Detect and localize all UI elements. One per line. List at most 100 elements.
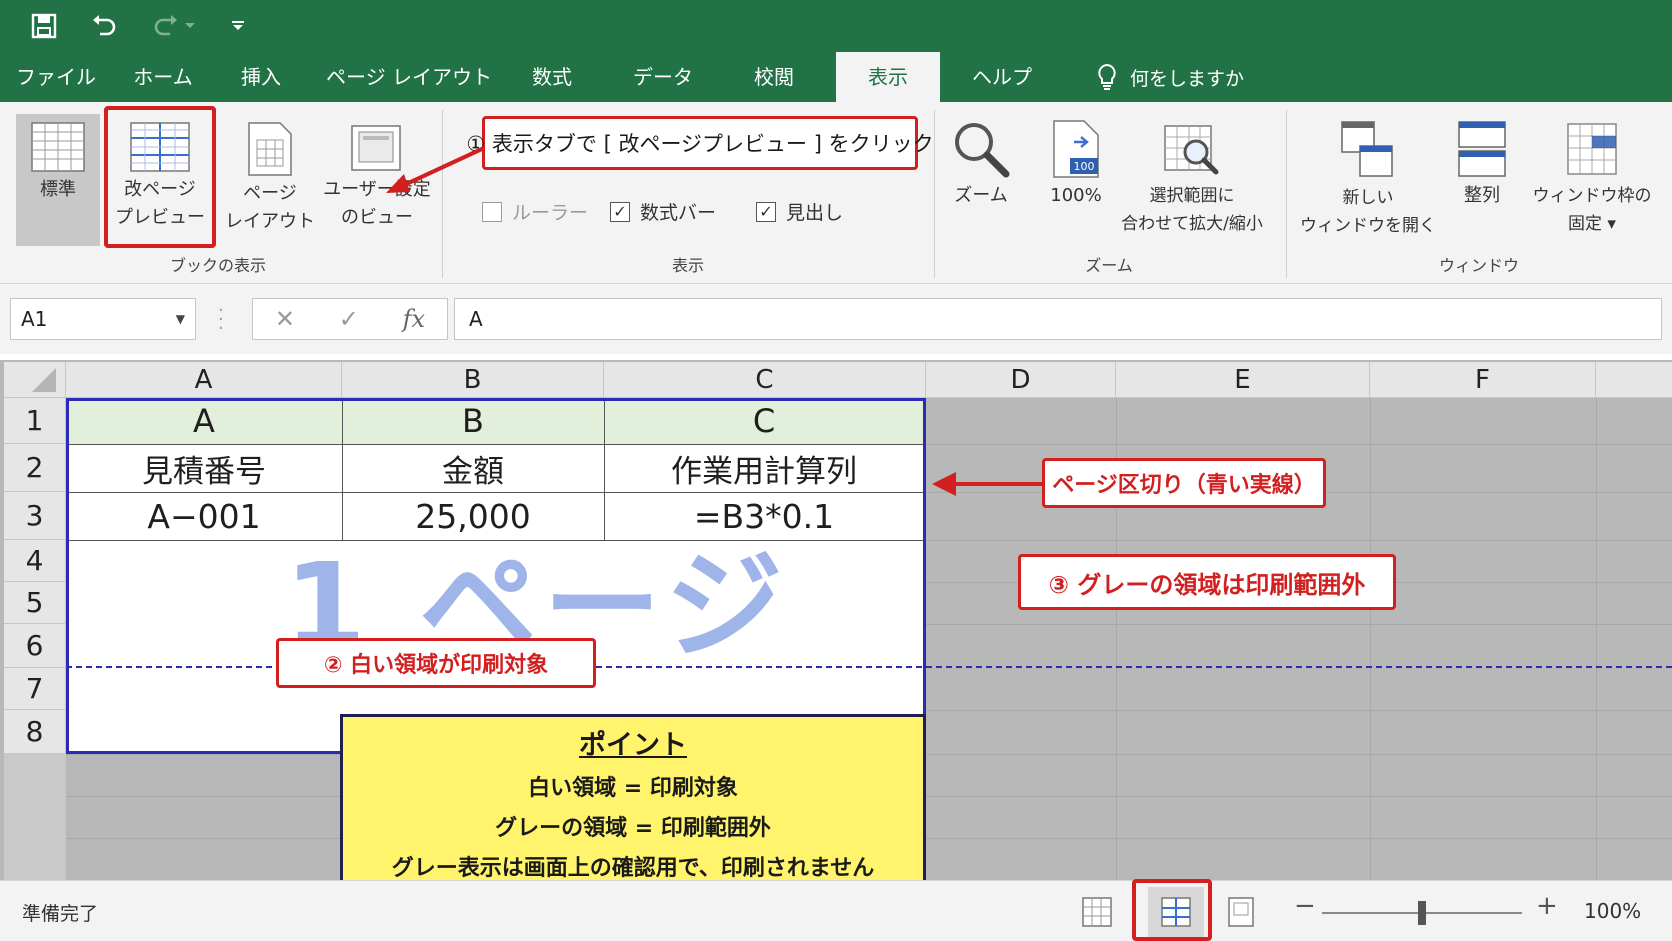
window-group-label: ウィンドウ: [1438, 256, 1519, 275]
select-all-corner[interactable]: [4, 362, 66, 398]
formula-input[interactable]: A: [454, 298, 1662, 340]
zoom-level[interactable]: 100%: [1584, 899, 1641, 923]
formula-bar-grip-icon[interactable]: · · ·: [218, 302, 224, 338]
workbook-views-group-label: ブックの表示: [169, 256, 266, 275]
formula-bar-checkbox-box: ✓: [610, 201, 630, 222]
step3-callout: ③ グレーの領域は印刷範囲外: [1018, 554, 1396, 610]
gridline: [1596, 398, 1597, 880]
zoom-100-icon: 100: [1053, 120, 1099, 178]
page-layout-status-icon: [1228, 897, 1254, 927]
zoom-100-button[interactable]: 100 100%: [1034, 114, 1118, 246]
page-break-arrow-icon: [932, 472, 1042, 496]
page-layout-view-button[interactable]: ページ レイアウト: [222, 114, 318, 246]
title-bar: [0, 0, 1672, 52]
column-header-a[interactable]: A: [66, 362, 342, 398]
zoom-to-selection-icon: [1164, 125, 1219, 175]
zoom-in-button[interactable]: +: [1536, 891, 1558, 921]
formula-bar-label: 数式バー: [640, 202, 717, 224]
zoom-out-button[interactable]: −: [1294, 891, 1316, 921]
page-break-callout: ページ区切り（青い実線）: [1042, 458, 1326, 508]
arrange-all-button[interactable]: 整列: [1444, 114, 1520, 246]
enter-icon[interactable]: ✓: [339, 305, 359, 333]
column-header-next[interactable]: [1596, 362, 1672, 398]
tab-home[interactable]: ホーム: [126, 52, 200, 102]
ruler-checkbox[interactable]: ルーラー: [482, 198, 588, 225]
page-break-status-highlight: [1132, 879, 1212, 941]
zoom-to-selection-button[interactable]: 選択範囲に 合わせて拡大/縮小: [1110, 114, 1274, 246]
insert-function-icon[interactable]: fx: [403, 305, 425, 333]
headings-label: 見出し: [786, 202, 844, 224]
row-header-blank: [4, 754, 66, 880]
tab-page-layout[interactable]: ページ レイアウト: [326, 52, 492, 102]
page-break-callout-text: ページ区切り（青い実線）: [1052, 473, 1316, 498]
row-header-8[interactable]: 8: [4, 710, 66, 754]
row-header-1[interactable]: 1: [4, 398, 66, 444]
normal-view-label: 標準: [40, 179, 76, 200]
point-note: ポイント 白い領域 = 印刷対象 グレーの領域 = 印刷範囲外 グレー表示は画面…: [340, 714, 926, 888]
column-header-e[interactable]: E: [1116, 362, 1370, 398]
new-window-icon: [1341, 121, 1393, 177]
tell-me-box[interactable]: 何をしますか: [1096, 52, 1244, 102]
zoom-100-icon-text: 100: [1074, 160, 1095, 173]
zoom-slider-thumb[interactable]: [1418, 901, 1426, 925]
name-box-dropdown-icon[interactable]: ▼: [176, 299, 185, 339]
tab-review[interactable]: 校閲: [746, 52, 802, 102]
ruler-label: ルーラー: [512, 202, 589, 224]
point-note-line: 白い領域 = 印刷対象: [528, 776, 738, 801]
page-break-preview-highlight: [104, 106, 216, 248]
row-header-7[interactable]: 7: [4, 668, 66, 710]
row-header-4[interactable]: 4: [4, 540, 66, 582]
redo-dropdown-icon[interactable]: [176, 8, 204, 44]
new-window-label: 新しい ウィンドウを開く: [1300, 188, 1436, 236]
tell-me-label: 何をしますか: [1130, 67, 1245, 90]
row-header-2[interactable]: 2: [4, 444, 66, 492]
normal-view-status-button[interactable]: [1074, 889, 1120, 935]
column-header-b[interactable]: B: [342, 362, 604, 398]
undo-icon[interactable]: [84, 8, 124, 44]
step3-callout-text: ③ グレーの領域は印刷範囲外: [1048, 570, 1366, 599]
column-header-f[interactable]: F: [1370, 362, 1596, 398]
tab-view[interactable]: 表示: [836, 52, 940, 102]
status-ready: 準備完了: [22, 903, 99, 925]
arrange-all-icon: [1458, 121, 1506, 177]
step1-callout: ① 表示タブで [ 改ページプレビュー ] をクリック: [466, 116, 934, 170]
customize-qat-icon[interactable]: [218, 8, 258, 44]
step2-callout: ② 白い領域が印刷対象: [276, 638, 596, 688]
page-layout-status-button[interactable]: [1218, 889, 1264, 935]
step1-callout-text: ① 表示タブで [ 改ページプレビュー ] をクリック: [466, 132, 934, 156]
freeze-panes-label: ウィンドウ枠の 固定 ▾: [1532, 186, 1652, 234]
page-break-border[interactable]: [66, 398, 926, 754]
status-bar: 準備完了 − + 100%: [0, 879, 1672, 941]
lightbulb-icon: [1098, 63, 1116, 90]
normal-view-icon: [31, 122, 85, 172]
freeze-panes-button[interactable]: ウィンドウ枠の 固定 ▾: [1530, 114, 1654, 246]
tab-insert[interactable]: 挿入: [234, 52, 288, 102]
headings-checkbox-box: ✓: [756, 201, 776, 222]
column-header-c[interactable]: C: [604, 362, 926, 398]
formula-buttons: ✕ ✓ fx: [252, 298, 448, 340]
new-window-button[interactable]: 新しい ウィンドウを開く: [1296, 114, 1440, 246]
tab-help[interactable]: ヘルプ: [966, 52, 1038, 102]
menu-tabs: ファイル ホーム 挿入 ページ レイアウト 数式 データ 校閲 表示 ヘルプ 何…: [0, 52, 1672, 102]
formula-bar-checkbox[interactable]: ✓ 数式バー: [610, 198, 716, 225]
save-icon[interactable]: [24, 8, 64, 44]
row-header-5[interactable]: 5: [4, 582, 66, 624]
headings-checkbox[interactable]: ✓ 見出し: [756, 198, 843, 225]
zoom-button[interactable]: ズーム: [944, 114, 1018, 246]
name-box[interactable]: A1 ▼: [10, 298, 196, 340]
page-layout-icon: [248, 122, 292, 176]
tab-data[interactable]: データ: [628, 52, 698, 102]
zoom-100-label: 100%: [1050, 185, 1102, 206]
zoom-to-selection-label: 選択範囲に 合わせて拡大/縮小: [1121, 186, 1263, 234]
row-header-3[interactable]: 3: [4, 492, 66, 540]
normal-view-button[interactable]: 標準: [16, 114, 100, 246]
show-group-label: 表示: [671, 256, 704, 275]
cancel-icon[interactable]: ✕: [275, 305, 295, 333]
tab-file[interactable]: ファイル: [14, 52, 98, 102]
column-header-d[interactable]: D: [926, 362, 1116, 398]
tab-formulas[interactable]: 数式: [524, 52, 580, 102]
zoom-group-label: ズーム: [1085, 256, 1133, 275]
zoom-magnifier-icon: [955, 123, 1010, 178]
formula-bar: A1 ▼ · · · ✕ ✓ fx A: [0, 284, 1672, 354]
row-header-6[interactable]: 6: [4, 624, 66, 668]
